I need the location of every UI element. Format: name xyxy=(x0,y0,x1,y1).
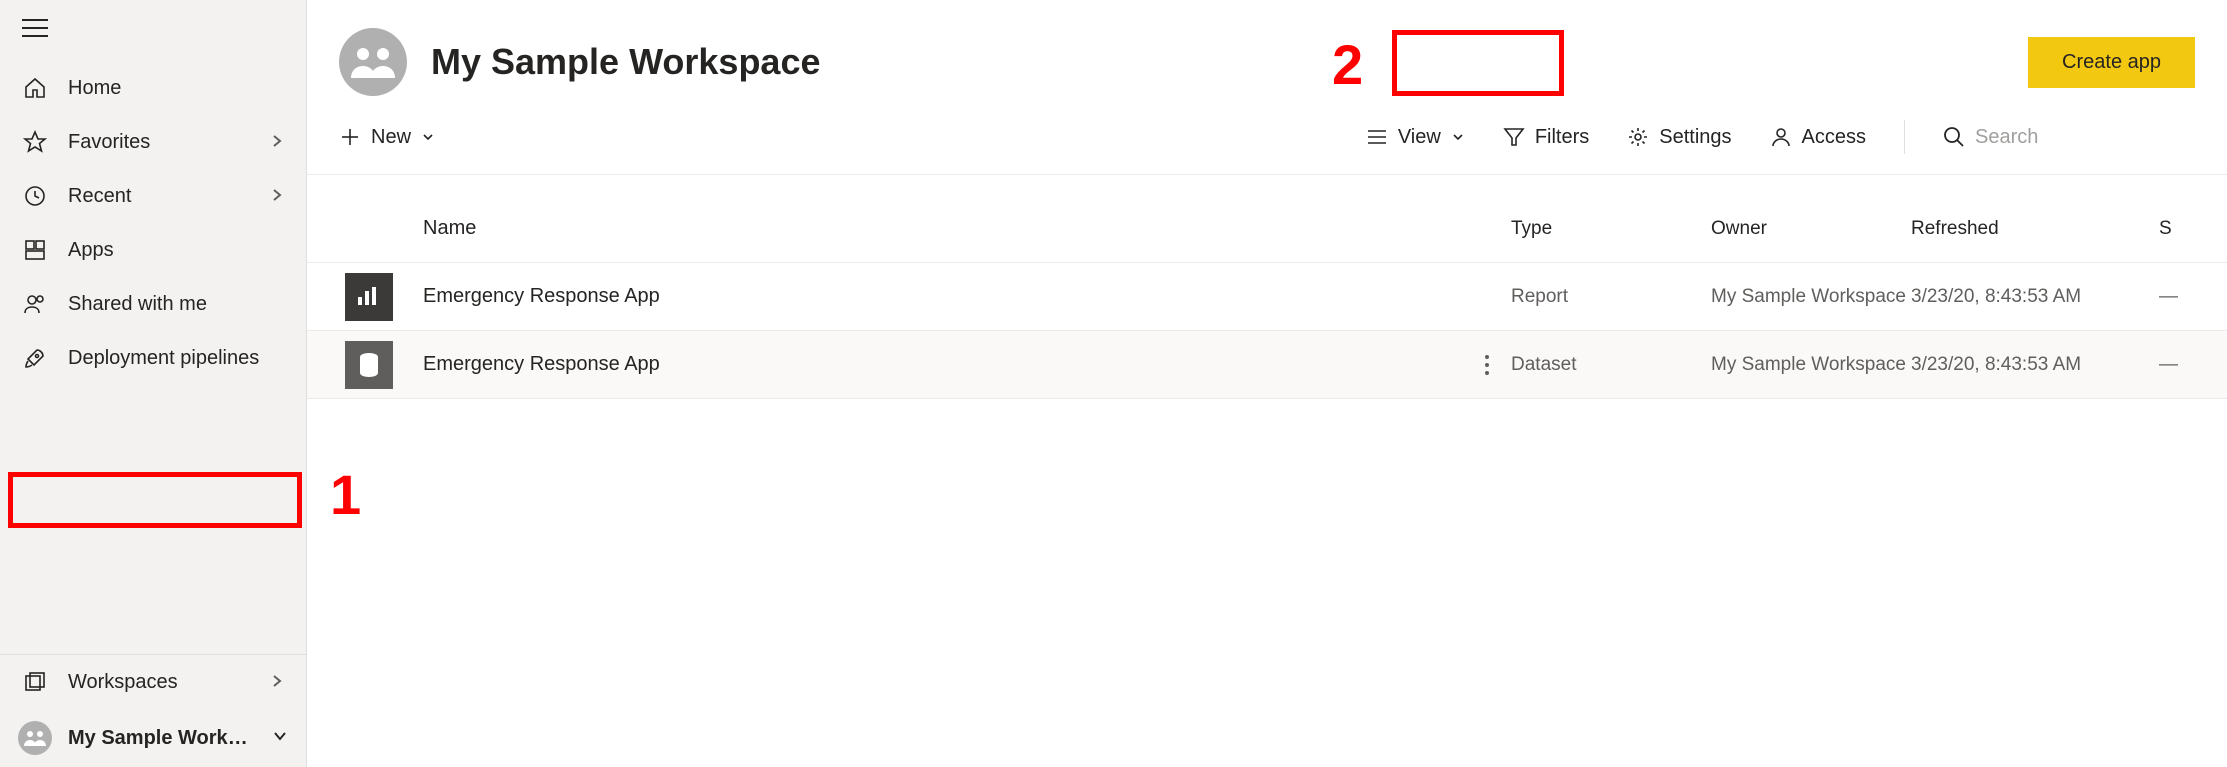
row-sensitivity: — xyxy=(2159,286,2219,308)
people-icon xyxy=(22,291,48,317)
hamburger-menu[interactable] xyxy=(0,0,306,61)
chevron-down-icon xyxy=(1451,130,1465,144)
chevron-down-icon xyxy=(272,728,288,749)
content-table: Name Type Owner Refreshed S Emergency Re… xyxy=(307,175,2227,399)
row-type: Dataset xyxy=(1511,354,1711,376)
rocket-icon xyxy=(22,345,48,371)
workspace-header-avatar-icon xyxy=(339,28,407,96)
nav-item-deployment-pipelines[interactable]: Deployment pipelines xyxy=(0,331,306,385)
apps-icon xyxy=(22,237,48,263)
access-button[interactable]: Access xyxy=(1770,126,1866,149)
row-refreshed: 3/23/20, 8:43:53 AM xyxy=(1911,286,2159,308)
col-owner-header[interactable]: Owner xyxy=(1711,218,1911,240)
workspace-header: My Sample Workspace Create app xyxy=(307,0,2227,106)
nav-item-label: Home xyxy=(68,77,284,100)
nav-item-apps[interactable]: Apps xyxy=(0,223,306,277)
sidebar-bottom: Workspaces My Sample Works… xyxy=(0,654,306,767)
sidebar: Home Favorites Recent Apps xyxy=(0,0,307,767)
home-icon xyxy=(22,75,48,101)
row-name[interactable]: Emergency Response App xyxy=(423,353,1463,376)
nav-item-recent[interactable]: Recent xyxy=(0,169,306,223)
nav-list: Home Favorites Recent Apps xyxy=(0,61,306,385)
workspaces-icon xyxy=(22,669,48,695)
kebab-icon xyxy=(1484,354,1490,376)
toolbar: New View Filters Settings Access xyxy=(307,106,2227,175)
nav-item-label: Apps xyxy=(68,239,284,262)
filters-button[interactable]: Filters xyxy=(1503,126,1589,149)
chevron-right-icon xyxy=(270,131,284,154)
nav-item-label: Favorites xyxy=(68,131,250,154)
view-label: View xyxy=(1398,126,1441,149)
new-button[interactable]: New xyxy=(339,126,435,149)
col-type-header[interactable]: Type xyxy=(1511,218,1711,240)
view-button[interactable]: View xyxy=(1366,126,1465,149)
chevron-down-icon xyxy=(421,130,435,144)
star-icon xyxy=(22,129,48,155)
nav-item-favorites[interactable]: Favorites xyxy=(0,115,306,169)
settings-button[interactable]: Settings xyxy=(1627,126,1731,149)
search-icon xyxy=(1943,126,1965,148)
settings-label: Settings xyxy=(1659,126,1731,149)
row-more-menu[interactable] xyxy=(1463,354,1511,376)
clock-icon xyxy=(22,183,48,209)
report-icon xyxy=(345,273,393,321)
row-icon-cell xyxy=(315,341,423,389)
search-box[interactable] xyxy=(1943,126,2195,149)
nav-item-label: Recent xyxy=(68,185,250,208)
nav-item-label: Deployment pipelines xyxy=(68,347,284,370)
chevron-right-icon xyxy=(270,185,284,208)
workspace-title: My Sample Workspace xyxy=(431,41,2004,83)
table-header-row: Name Type Owner Refreshed S xyxy=(307,195,2227,263)
nav-item-home[interactable]: Home xyxy=(0,61,306,115)
main-content: My Sample Workspace Create app New View … xyxy=(307,0,2227,767)
current-workspace-label: My Sample Works… xyxy=(68,727,256,750)
row-name[interactable]: Emergency Response App xyxy=(423,285,1463,308)
chevron-right-icon xyxy=(270,671,284,694)
col-sensitivity-header[interactable]: S xyxy=(2159,218,2219,240)
row-refreshed: 3/23/20, 8:43:53 AM xyxy=(1911,354,2159,376)
create-app-button[interactable]: Create app xyxy=(2028,37,2195,88)
col-name-header[interactable]: Name xyxy=(423,217,1463,240)
workspace-avatar-icon xyxy=(18,721,52,755)
new-label: New xyxy=(371,126,411,149)
toolbar-divider xyxy=(1904,120,1905,154)
row-type: Report xyxy=(1511,286,1711,308)
filters-label: Filters xyxy=(1535,126,1589,149)
table-row[interactable]: Emergency Response App Dataset My Sample… xyxy=(307,331,2227,399)
search-input[interactable] xyxy=(1975,126,2195,149)
table-row[interactable]: Emergency Response App Report My Sample … xyxy=(307,263,2227,331)
row-icon-cell xyxy=(315,273,423,321)
current-workspace-selector[interactable]: My Sample Works… xyxy=(0,709,306,767)
nav-item-label: Workspaces xyxy=(68,671,250,694)
access-label: Access xyxy=(1802,126,1866,149)
col-refreshed-header[interactable]: Refreshed xyxy=(1911,218,2159,240)
row-sensitivity: — xyxy=(2159,354,2219,376)
dataset-icon xyxy=(345,341,393,389)
row-owner: My Sample Workspace xyxy=(1711,286,1911,308)
nav-item-workspaces[interactable]: Workspaces xyxy=(0,655,306,709)
nav-item-label: Shared with me xyxy=(68,293,284,316)
nav-item-shared[interactable]: Shared with me xyxy=(0,277,306,331)
row-owner: My Sample Workspace xyxy=(1711,354,1911,376)
